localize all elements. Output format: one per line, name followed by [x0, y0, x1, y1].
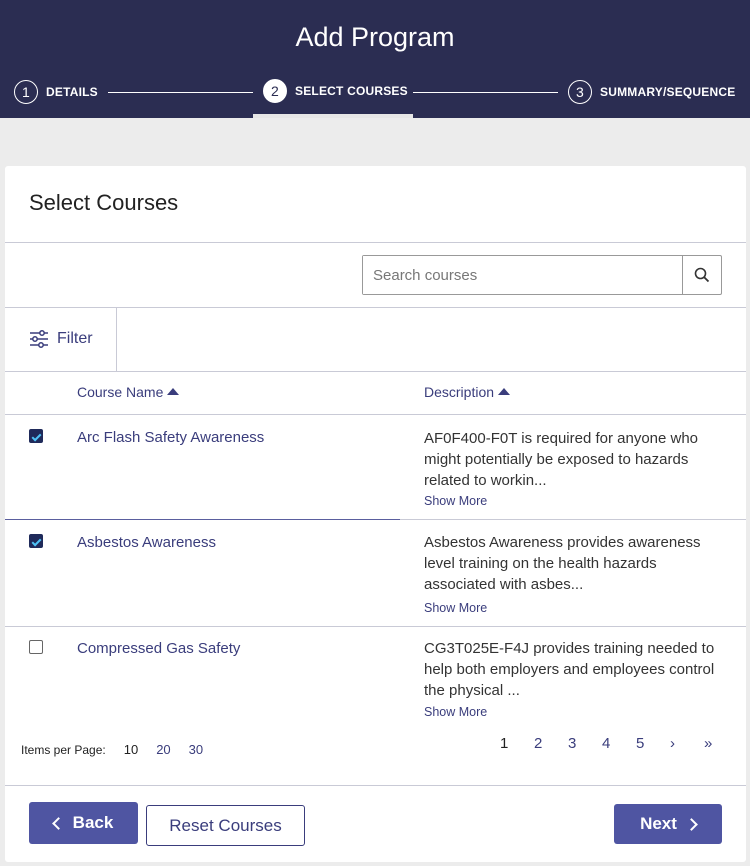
last-page-icon[interactable]: » [704, 735, 738, 752]
items-per-page-20[interactable]: 20 [156, 742, 170, 757]
step-number: 2 [263, 79, 287, 103]
items-per-page-10[interactable]: 10 [124, 742, 138, 757]
column-label: Course Name [77, 384, 164, 400]
step-number: 1 [14, 80, 38, 104]
row-checkbox[interactable] [29, 534, 43, 548]
course-description: CG3T025E-F4J provides training needed to… [424, 640, 715, 699]
chevron-right-icon [685, 817, 698, 831]
step-label: SUMMARY/SEQUENCE [600, 85, 736, 99]
step-summary-sequence[interactable]: 3 SUMMARY/SEQUENCE [568, 78, 735, 106]
items-per-page-label: Items per Page: [21, 742, 106, 757]
table-row: Compressed Gas Safety CG3T025E-F4J provi… [5, 627, 746, 727]
select-courses-card: Select Courses Filter Course Name Descri… [5, 166, 746, 862]
filter-separator [116, 307, 117, 371]
divider [5, 371, 746, 372]
table-row: Asbestos Awareness Asbestos Awareness pr… [5, 520, 746, 626]
filter-button[interactable]: Filter [29, 324, 93, 354]
show-more-link[interactable]: Show More [424, 494, 487, 508]
next-button[interactable]: Next [614, 804, 722, 844]
page-2[interactable]: 2 [534, 735, 568, 752]
step-label: DETAILS [46, 85, 98, 99]
reset-courses-button[interactable]: Reset Courses [146, 805, 305, 846]
step-label: SELECT COURSES [295, 84, 408, 98]
search-box [362, 255, 722, 295]
show-more-link[interactable]: Show More [424, 601, 487, 615]
active-step-indicator [253, 114, 413, 118]
page-1[interactable]: 1 [500, 735, 534, 752]
page-4[interactable]: 4 [602, 735, 636, 752]
page-title: Add Program [295, 22, 455, 52]
step-number: 3 [568, 80, 592, 104]
sort-ascending-icon [498, 387, 511, 395]
filter-label: Filter [57, 330, 93, 347]
step-details[interactable]: 1 DETAILS [14, 78, 98, 106]
chevron-left-icon [51, 816, 65, 830]
course-name-link[interactable]: Asbestos Awareness [77, 534, 216, 551]
section-title: Select Courses [29, 190, 179, 215]
back-button[interactable]: Back [29, 802, 138, 844]
step-select-courses[interactable]: 2 SELECT COURSES [263, 77, 408, 105]
course-name-link[interactable]: Compressed Gas Safety [77, 640, 240, 657]
course-name-link[interactable]: Arc Flash Safety Awareness [77, 429, 264, 446]
page-3[interactable]: 3 [568, 735, 602, 752]
search-input[interactable] [363, 256, 682, 294]
course-description: AF0F400-F0T is required for anyone who m… [424, 430, 699, 489]
row-checkbox[interactable] [29, 640, 43, 654]
table-row: Arc Flash Safety Awareness AF0F400-F0T i… [5, 414, 746, 519]
page-5[interactable]: 5 [636, 735, 670, 752]
divider [5, 785, 746, 786]
sort-ascending-icon [167, 387, 180, 395]
next-page-icon[interactable]: › [670, 735, 704, 752]
show-more-link[interactable]: Show More [424, 705, 487, 719]
step-connector [108, 92, 253, 93]
items-per-page-30[interactable]: 30 [189, 742, 203, 757]
column-header-course-name[interactable]: Course Name [77, 384, 180, 400]
search-button[interactable] [682, 256, 721, 294]
back-label: Back [72, 813, 114, 832]
sliders-icon [30, 330, 48, 348]
row-checkbox[interactable] [29, 429, 43, 443]
wizard-header: Add Program 1 DETAILS 2 SELECT COURSES 3… [0, 0, 750, 118]
course-description: Asbestos Awareness provides awareness le… [424, 534, 701, 593]
pagination: 1 2 3 4 5 › » [500, 735, 738, 752]
items-per-page: Items per Page: 10 20 30 [21, 742, 221, 757]
column-header-description[interactable]: Description [424, 384, 511, 400]
column-label: Description [424, 384, 495, 400]
search-icon [694, 267, 710, 283]
step-connector [413, 92, 558, 93]
reset-label: Reset Courses [169, 815, 282, 835]
next-label: Next [640, 814, 677, 833]
divider [5, 242, 746, 243]
